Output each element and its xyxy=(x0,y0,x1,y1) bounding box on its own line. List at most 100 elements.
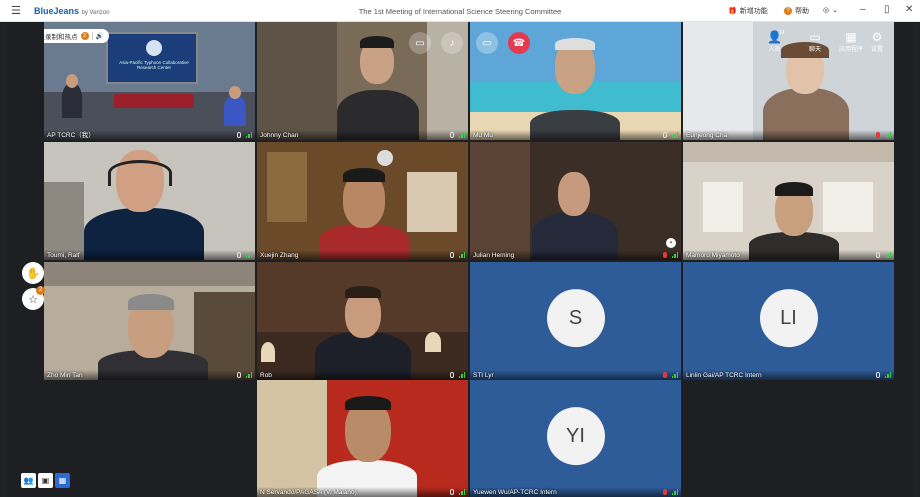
participant-tile[interactable]: 👤 人员 14 ▭ 聊天 ▦ 应用程序 ⚙ 设置 Eunjeong Cha xyxy=(683,22,894,140)
signal-icon xyxy=(671,372,678,378)
participant-tile[interactable]: Rob xyxy=(257,262,468,380)
profile-button[interactable]: ◎ ⌄ xyxy=(823,6,838,14)
speaker-icon[interactable]: 🔊 xyxy=(91,32,104,40)
participants-count-badge: 14 xyxy=(779,30,785,36)
signal-icon xyxy=(245,372,252,378)
mic-muted-icon xyxy=(663,372,667,378)
recording-label: 停止录制和热点 xyxy=(44,34,78,41)
screen-share-icon[interactable]: ▭ xyxy=(476,32,498,54)
mic-muted-icon xyxy=(876,132,880,138)
room-banner-text: Asia-Pacific Typhoon Collaborative Resea… xyxy=(119,60,189,70)
gallery-layout-icon[interactable]: ▦ xyxy=(55,473,70,488)
participant-tile[interactable]: YI Yuewen Wu/AP-TCRC Intern xyxy=(470,380,681,497)
avatar: S xyxy=(546,289,605,348)
apps-button[interactable]: ▦ 应用程序 xyxy=(839,30,863,53)
mic-icon xyxy=(237,132,241,138)
video-stage: Asia-Pacific Typhoon Collaborative Resea… xyxy=(6,22,914,497)
participant-name: STI Lyr xyxy=(473,372,494,379)
chat-bubble-icon: ▪ xyxy=(666,238,676,248)
whats-new-button[interactable]: 🎁 新增功能 xyxy=(728,6,768,16)
signal-icon xyxy=(245,132,252,138)
mic-icon xyxy=(237,252,241,258)
mic-icon xyxy=(450,372,454,378)
participant-name: Mu Mu xyxy=(473,132,493,139)
participant-tile[interactable]: ▪ Julian Heming xyxy=(470,142,681,260)
participant-name: Linlin Gai/AP TCRC Intern xyxy=(686,372,762,379)
signal-icon xyxy=(458,372,465,378)
participant-tile[interactable]: Mamoru Miyamoto xyxy=(683,142,894,260)
recording-badge: 2 xyxy=(80,32,89,40)
signal-icon xyxy=(245,252,252,258)
participant-tile[interactable]: Zho Min Tan xyxy=(44,262,255,380)
raise-hand-button[interactable]: ✋ xyxy=(22,262,44,284)
participant-tile[interactable]: Xuejin Zhang xyxy=(257,142,468,260)
layout-switcher: 👥 ▣ ▦ xyxy=(21,473,70,488)
signal-icon xyxy=(884,252,891,258)
mic-icon xyxy=(450,132,454,138)
apps-icon: ▦ xyxy=(845,30,857,44)
signal-icon xyxy=(671,489,678,495)
participant-tile[interactable]: ▭ ♪ Johnny Chan xyxy=(257,22,468,140)
participant-name: Johnny Chan xyxy=(260,132,299,139)
favorite-badge: 2 xyxy=(36,286,45,295)
close-button[interactable]: ✕ xyxy=(905,4,913,15)
mic-icon xyxy=(663,132,667,138)
mic-icon xyxy=(450,489,454,495)
mic-toggle-icon[interactable]: ♪ xyxy=(441,32,463,54)
mic-icon xyxy=(876,372,880,378)
signal-icon xyxy=(884,132,891,138)
help-button[interactable]: ? 帮助 xyxy=(784,6,809,16)
chat-icon: ▭ xyxy=(809,30,821,44)
signal-icon xyxy=(458,252,465,258)
signal-icon xyxy=(458,489,465,495)
chat-button[interactable]: ▭ 聊天 xyxy=(809,30,821,53)
hamburger-icon[interactable]: ☰ xyxy=(11,4,21,17)
avatar: LI xyxy=(759,289,818,348)
hangup-icon[interactable]: ☎ xyxy=(508,32,530,54)
mic-icon xyxy=(876,252,880,258)
window-title: The 1st Meeting of International Science… xyxy=(358,7,562,16)
participant-name: Eunjeong Cha xyxy=(686,132,728,139)
signal-icon xyxy=(458,132,465,138)
participant-tile[interactable]: LI Linlin Gai/AP TCRC Intern xyxy=(683,262,894,380)
participant-tile[interactable]: N Servando/PAGASA (V. Malano) xyxy=(257,380,468,497)
participant-name: Zho Min Tan xyxy=(47,372,83,379)
avatar: YI xyxy=(546,406,605,465)
maximize-button[interactable]: ▯ xyxy=(884,4,890,15)
signal-icon xyxy=(884,372,891,378)
hand-icon: ✋ xyxy=(26,267,40,280)
people-layout-icon[interactable]: 👥 xyxy=(21,473,36,488)
minimize-button[interactable]: – xyxy=(860,4,866,15)
participant-tile[interactable]: Toumi, Ralf xyxy=(44,142,255,260)
participant-tile[interactable]: S STI Lyr xyxy=(470,262,681,380)
participant-name: Xuejin Zhang xyxy=(260,252,299,259)
help-icon: ? xyxy=(784,7,792,15)
signal-icon xyxy=(671,252,678,258)
user-icon: ◎ xyxy=(823,7,830,14)
participant-tile[interactable]: ▭ ☎ Mu Mu xyxy=(470,22,681,140)
mic-icon xyxy=(450,252,454,258)
participant-name: N Servando/PAGASA (V. Malano) xyxy=(260,489,357,496)
camera-icon[interactable]: ▭ xyxy=(409,32,431,54)
star-icon: ☆ xyxy=(28,293,38,306)
participant-name: Rob xyxy=(260,372,272,379)
title-bar: ☰ BlueJeans by Verizon The 1st Meeting o… xyxy=(0,0,920,22)
gear-icon: ⚙ xyxy=(871,30,883,44)
mic-muted-icon xyxy=(663,489,667,495)
settings-button[interactable]: ⚙ 设置 xyxy=(871,30,883,53)
stop-recording-button[interactable]: 停止录制和热点 2 🔊 xyxy=(44,29,109,43)
participant-tile[interactable]: Asia-Pacific Typhoon Collaborative Resea… xyxy=(44,22,255,140)
speaker-layout-icon[interactable]: ▣ xyxy=(38,473,53,488)
participant-name: Mamoru Miyamoto xyxy=(686,252,740,259)
participant-name: Yuewen Wu/AP-TCRC Intern xyxy=(473,489,557,496)
logo-icon xyxy=(146,40,162,56)
participant-name: AP TCRC（我） xyxy=(47,132,95,139)
gift-icon: 🎁 xyxy=(728,8,737,15)
participant-name: Julian Heming xyxy=(473,252,515,259)
room-screen: Asia-Pacific Typhoon Collaborative Resea… xyxy=(106,32,198,84)
participant-name: Toumi, Ralf xyxy=(47,252,80,259)
signal-icon xyxy=(671,132,678,138)
app-brand: BlueJeans by Verizon xyxy=(34,6,110,16)
mic-muted-icon xyxy=(663,252,667,258)
mic-icon xyxy=(237,372,241,378)
